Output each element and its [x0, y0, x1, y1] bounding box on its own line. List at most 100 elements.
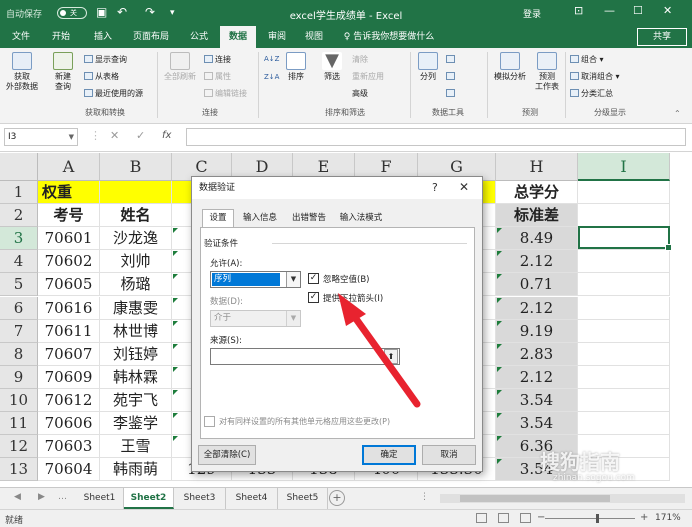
forecast-sheet-button[interactable]: 预测 工作表: [532, 52, 562, 92]
cell[interactable]: 权重: [38, 181, 100, 205]
allow-select[interactable]: 序列 ▼: [210, 271, 301, 288]
cell[interactable]: 林世博: [100, 319, 172, 343]
tab-review[interactable]: 审阅: [262, 26, 292, 48]
cancel-button[interactable]: 取消: [422, 445, 476, 465]
cell[interactable]: 杨璐: [100, 273, 172, 297]
formula-input[interactable]: [186, 128, 686, 146]
cell[interactable]: 2.83: [496, 342, 578, 366]
cell[interactable]: 王雪: [100, 435, 172, 459]
ok-button[interactable]: 确定: [362, 445, 416, 465]
sheet-tab-1[interactable]: Sheet1: [76, 488, 124, 509]
maximize-icon[interactable]: ☐: [633, 4, 643, 17]
cell[interactable]: 刘帅: [100, 250, 172, 274]
reapply-button[interactable]: 重新应用: [352, 71, 384, 82]
ignore-blank-checkbox[interactable]: ✓: [308, 273, 319, 284]
tab-insert[interactable]: 插入: [86, 26, 120, 48]
cell[interactable]: 3.54: [496, 412, 578, 436]
column-header[interactable]: H: [496, 153, 578, 181]
group-button[interactable]: 组合 ▾: [570, 54, 604, 65]
cancel-entry-icon[interactable]: ✕: [110, 129, 119, 142]
tab-settings[interactable]: 设置: [202, 209, 234, 228]
edit-links-button[interactable]: 编辑链接: [204, 88, 247, 99]
tab-formulas[interactable]: 公式: [182, 26, 216, 48]
cell[interactable]: 70605: [38, 273, 100, 297]
row-header[interactable]: 9: [0, 365, 38, 389]
zoom-in-icon[interactable]: +: [640, 512, 648, 523]
cell[interactable]: [578, 250, 670, 274]
normal-view-icon[interactable]: [476, 513, 487, 523]
advanced-filter-button[interactable]: 高级: [352, 88, 368, 99]
row-header[interactable]: 11: [0, 412, 38, 436]
page-layout-view-icon[interactable]: [498, 513, 509, 523]
name-box[interactable]: I3 ▼: [4, 128, 78, 146]
in-cell-dropdown-checkbox[interactable]: ✓: [308, 292, 319, 303]
minimize-icon[interactable]: —: [604, 4, 615, 17]
collapse-ribbon-icon[interactable]: ⌃: [674, 108, 681, 119]
row-header[interactable]: 1: [0, 181, 38, 205]
clear-filter-button[interactable]: 清除: [352, 54, 368, 65]
cell[interactable]: 70612: [38, 388, 100, 412]
tab-page-layout[interactable]: 页面布局: [126, 26, 176, 48]
share-button[interactable]: 共享: [637, 28, 687, 46]
flash-fill-button[interactable]: [446, 54, 457, 65]
sheet-tab-3[interactable]: Sheet3: [174, 488, 226, 509]
zoom-slider[interactable]: [545, 518, 635, 519]
column-header[interactable]: I: [578, 153, 670, 181]
insert-function-button[interactable]: fx: [162, 130, 171, 141]
cell[interactable]: [578, 204, 670, 228]
cell[interactable]: 李鉴学: [100, 412, 172, 436]
text-to-columns-button[interactable]: 分列: [414, 52, 442, 82]
cell[interactable]: [578, 181, 670, 205]
cell[interactable]: 考号: [38, 204, 100, 228]
sheet-tab-4[interactable]: Sheet4: [226, 488, 278, 509]
more-sheets-icon[interactable]: …: [58, 492, 67, 502]
row-header[interactable]: 7: [0, 319, 38, 343]
range-select-icon[interactable]: ⬆: [384, 349, 398, 364]
cell[interactable]: 70609: [38, 365, 100, 389]
sort-az-button[interactable]: A↓Z: [264, 54, 279, 65]
row-header[interactable]: 12: [0, 435, 38, 459]
cell[interactable]: 0.71: [496, 273, 578, 297]
tab-view[interactable]: 视图: [298, 26, 330, 48]
cell[interactable]: 70606: [38, 412, 100, 436]
close-icon[interactable]: ✕: [459, 180, 469, 194]
cell[interactable]: 2.12: [496, 296, 578, 320]
cell[interactable]: 70602: [38, 250, 100, 274]
column-header[interactable]: B: [100, 153, 172, 181]
refresh-all-button[interactable]: 全部刷新: [160, 52, 200, 82]
close-window-icon[interactable]: ✕: [663, 4, 672, 17]
tab-error-alert[interactable]: 出错警告: [286, 209, 332, 227]
show-query-button[interactable]: 显示查询: [84, 54, 127, 65]
cell[interactable]: 苑宇飞: [100, 388, 172, 412]
row-header[interactable]: 5: [0, 273, 38, 297]
cell[interactable]: [578, 273, 670, 297]
cell[interactable]: 总学分: [496, 181, 578, 205]
cell[interactable]: 8.49: [496, 227, 578, 251]
cell[interactable]: 康惠雯: [100, 296, 172, 320]
add-sheet-button[interactable]: +: [329, 490, 345, 506]
data-validation-button[interactable]: [446, 88, 457, 99]
properties-button[interactable]: 属性: [204, 71, 231, 82]
what-if-analysis-button[interactable]: 模拟分析: [490, 52, 530, 82]
zoom-slider-knob[interactable]: [596, 514, 599, 523]
row-header[interactable]: 10: [0, 388, 38, 412]
tab-input-message[interactable]: 输入信息: [236, 209, 284, 227]
cell[interactable]: 9.19: [496, 319, 578, 343]
cell[interactable]: 沙龙逸: [100, 227, 172, 251]
row-header[interactable]: 2: [0, 204, 38, 228]
help-icon[interactable]: ?: [432, 181, 438, 194]
row-header[interactable]: 4: [0, 250, 38, 274]
login-link[interactable]: 登录: [523, 7, 541, 20]
next-sheet-icon[interactable]: ▶: [38, 492, 45, 502]
cell[interactable]: [578, 296, 670, 320]
get-external-data-button[interactable]: 获取 外部数据: [2, 52, 42, 92]
tab-data[interactable]: 数据: [220, 26, 256, 48]
cell[interactable]: 标准差: [496, 204, 578, 228]
filter-button[interactable]: ▼ 筛选: [318, 52, 346, 82]
remove-duplicates-button[interactable]: [446, 71, 457, 82]
tab-split-icon[interactable]: ⋮: [420, 492, 429, 502]
data-select[interactable]: 介于 ▼: [210, 310, 301, 327]
column-header[interactable]: A: [38, 153, 100, 181]
sort-za-button[interactable]: Z↓A: [264, 72, 279, 83]
cell[interactable]: 韩林霖: [100, 365, 172, 389]
